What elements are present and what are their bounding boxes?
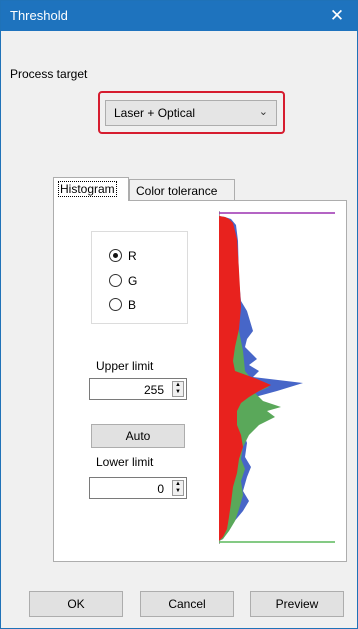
tab-color-tolerance[interactable]: Color tolerance bbox=[129, 179, 235, 201]
radio-selected-dot bbox=[113, 253, 118, 258]
cancel-button-label: Cancel bbox=[168, 597, 206, 611]
lower-limit-value: 0 bbox=[157, 482, 164, 496]
radio-r-label: R bbox=[128, 249, 137, 263]
lower-limit-stepper[interactable]: ▲ ▼ bbox=[172, 480, 184, 496]
close-icon[interactable]: ✕ bbox=[317, 1, 357, 31]
process-target-value: Laser + Optical bbox=[114, 106, 196, 120]
lower-limit-spinbox[interactable]: 0 ▲ ▼ bbox=[89, 477, 187, 499]
auto-button[interactable]: Auto bbox=[91, 424, 185, 448]
tab-histogram[interactable]: Histogram bbox=[53, 177, 129, 201]
upper-limit-label: Upper limit bbox=[96, 359, 154, 373]
preview-button[interactable]: Preview bbox=[250, 591, 344, 617]
ok-button-label: OK bbox=[67, 597, 85, 611]
auto-button-label: Auto bbox=[125, 429, 151, 443]
cancel-button[interactable]: Cancel bbox=[140, 591, 234, 617]
tab-histogram-label: Histogram bbox=[58, 181, 117, 197]
radio-g-button[interactable] bbox=[109, 274, 122, 287]
channel-groupbox bbox=[91, 231, 188, 324]
upper-limit-spinbox[interactable]: 255 ▲ ▼ bbox=[89, 378, 187, 400]
step-up-icon[interactable]: ▲ bbox=[173, 382, 183, 389]
threshold-dialog: Threshold ✕ Process target Laser + Optic… bbox=[0, 0, 358, 629]
radio-r-button[interactable] bbox=[109, 249, 122, 262]
step-up-icon[interactable]: ▲ bbox=[173, 481, 183, 488]
dialog-title: Threshold bbox=[10, 8, 68, 23]
tab-color-tolerance-label: Color tolerance bbox=[136, 184, 218, 198]
radio-g-label: G bbox=[128, 274, 138, 288]
histogram-chart bbox=[219, 211, 335, 544]
step-down-icon[interactable]: ▼ bbox=[173, 488, 183, 495]
lower-limit-label: Lower limit bbox=[96, 455, 154, 469]
radio-b-label: B bbox=[128, 298, 137, 312]
process-target-select[interactable]: Laser + Optical ⌄ bbox=[105, 100, 277, 126]
preview-button-label: Preview bbox=[275, 597, 319, 611]
ok-button[interactable]: OK bbox=[29, 591, 123, 617]
step-down-icon[interactable]: ▼ bbox=[173, 389, 183, 396]
process-target-label: Process target bbox=[10, 67, 88, 81]
title-bar: Threshold ✕ bbox=[1, 1, 357, 31]
upper-limit-value: 255 bbox=[143, 383, 164, 397]
chevron-down-icon: ⌄ bbox=[258, 106, 268, 118]
radio-b-button[interactable] bbox=[109, 298, 122, 311]
upper-limit-stepper[interactable]: ▲ ▼ bbox=[172, 381, 184, 397]
